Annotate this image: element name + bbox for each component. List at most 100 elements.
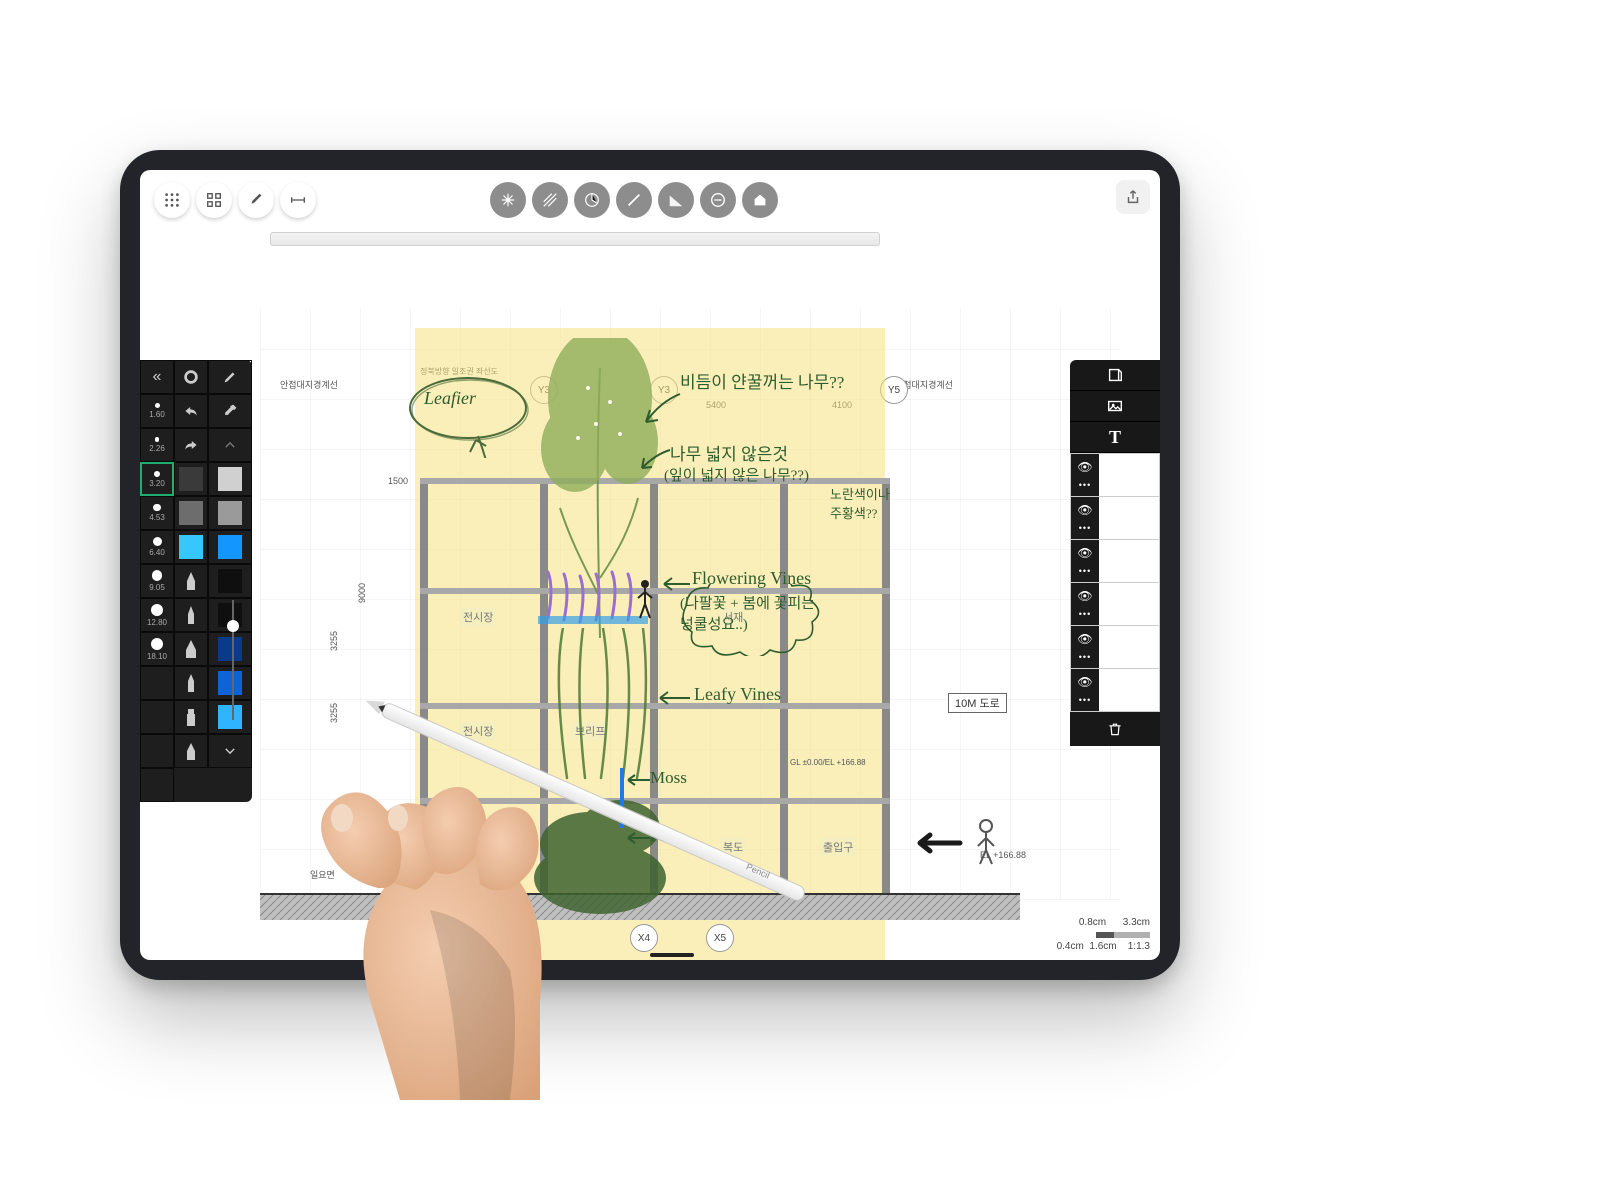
ipad-device: 안접대지경계선 안접대지경계선 정북방향 일조권 좌선도 Y3 Y3 Y5 54… xyxy=(120,150,1180,980)
person-in-building xyxy=(630,578,660,622)
layer-row[interactable]: 👁 ••• xyxy=(1070,583,1160,626)
brush-size-value[interactable]: 3.20 xyxy=(140,462,174,496)
swatch[interactable] xyxy=(174,530,208,564)
arrow-2 xyxy=(638,444,678,474)
visibility-icon[interactable]: 👁 xyxy=(1077,589,1092,603)
brush-size-value[interactable]: 12.80 xyxy=(140,598,174,632)
swatch[interactable] xyxy=(208,632,252,666)
brush-size-slider[interactable] xyxy=(232,600,234,720)
swatch[interactable] xyxy=(208,700,252,734)
swatch[interactable] xyxy=(174,496,208,530)
visibility-icon[interactable]: 👁 xyxy=(1077,546,1092,560)
dim-3255a: 3255 xyxy=(329,631,339,651)
swatch[interactable] xyxy=(174,462,208,496)
text-layer-button[interactable]: T xyxy=(1070,422,1160,453)
brush-size-value[interactable] xyxy=(140,768,174,802)
layer-row[interactable]: 👁 ••• xyxy=(1070,540,1160,583)
brush-size-value[interactable]: 2.26 xyxy=(140,428,174,462)
bubble-flowering xyxy=(670,584,870,656)
grid-dense-button[interactable] xyxy=(154,182,190,218)
pen-nib-d[interactable] xyxy=(174,666,208,700)
leafier-bubble xyxy=(398,368,548,458)
brush-size-value[interactable] xyxy=(140,734,174,768)
brush-size-value[interactable] xyxy=(140,700,174,734)
layer-row[interactable]: 👁 ••• xyxy=(1070,626,1160,669)
angle-button[interactable] xyxy=(658,182,694,218)
layer-options-icon[interactable]: ••• xyxy=(1079,523,1091,533)
level-tag: 일요면 xyxy=(310,868,335,881)
image-layer-button[interactable] xyxy=(1070,391,1160,422)
dimension-button[interactable] xyxy=(280,182,316,218)
layer-options-icon[interactable]: ••• xyxy=(1079,566,1091,576)
brush-size-value[interactable]: 6.40 xyxy=(140,530,174,564)
line-button[interactable] xyxy=(616,182,652,218)
left-tool-panel: «1.602.263.204.536.409.0512.8018.10 xyxy=(140,360,252,802)
layer-thumbnail xyxy=(1099,540,1159,582)
layer-options-icon[interactable]: ••• xyxy=(1079,695,1091,705)
pen-nib-c[interactable] xyxy=(174,632,208,666)
axis-x5: X5 xyxy=(706,924,734,952)
brush-icon[interactable] xyxy=(208,360,252,394)
delete-layer-button[interactable] xyxy=(1070,712,1160,746)
undo-icon[interactable] xyxy=(174,394,208,428)
layer-options-icon[interactable]: ••• xyxy=(1079,480,1091,490)
redo-icon[interactable] xyxy=(174,428,208,462)
visibility-icon[interactable]: 👁 xyxy=(1077,503,1092,517)
layer-row[interactable]: 👁 ••• xyxy=(1070,497,1160,540)
swatch[interactable] xyxy=(208,496,252,530)
arrow-1 xyxy=(640,388,690,428)
layer-thumbnail xyxy=(1099,454,1159,496)
figure-arrow xyxy=(890,808,1010,878)
grid-sparse-button[interactable] xyxy=(196,182,232,218)
chevron-up-icon[interactable] xyxy=(208,428,252,462)
anno-leafier: Leafier xyxy=(424,388,476,409)
room-entrance: 출입구 xyxy=(820,838,856,856)
spray-icon[interactable] xyxy=(174,734,208,768)
swatch[interactable] xyxy=(208,564,252,598)
swatch[interactable] xyxy=(208,666,252,700)
brush-size-value[interactable] xyxy=(140,666,174,700)
move-3d-button[interactable] xyxy=(490,182,526,218)
visibility-icon[interactable]: 👁 xyxy=(1077,632,1092,646)
eyedropper-icon[interactable] xyxy=(208,394,252,428)
anno-leafy: Leafy Vines xyxy=(694,684,781,705)
visibility-icon[interactable]: 👁 xyxy=(1077,460,1092,474)
pen-nib-a[interactable] xyxy=(174,564,208,598)
arrow-5 xyxy=(626,772,654,790)
scale-bot-left: 0.4cm xyxy=(1057,941,1084,952)
brush-size-value[interactable]: 18.10 xyxy=(140,632,174,666)
swatch[interactable] xyxy=(208,530,252,564)
axis-x4: X4 xyxy=(630,924,658,952)
boundary-label-left: 안접대지경계선 xyxy=(280,378,338,391)
anno-kr-1: 비듬이 얀꿀꺼는 나무?? xyxy=(680,368,844,393)
share-button[interactable] xyxy=(1116,180,1150,214)
subtract-button[interactable] xyxy=(700,182,736,218)
brush-size-value[interactable]: 9.05 xyxy=(140,564,174,598)
scale-top-left: 0.8cm xyxy=(1079,917,1106,928)
hatch-button[interactable] xyxy=(532,182,568,218)
chevron-down-icon[interactable] xyxy=(208,734,252,768)
arrow-4 xyxy=(656,688,696,710)
anno-kr-2: 나무 넓지 않은것 xyxy=(670,440,788,465)
brush-size-value[interactable]: 1.60 xyxy=(140,394,174,428)
brush-size-value[interactable]: 4.53 xyxy=(140,496,174,530)
swatch[interactable] xyxy=(208,462,252,496)
settings-button[interactable] xyxy=(238,182,274,218)
scale-top-right: 3.3cm xyxy=(1123,917,1150,928)
status-bar: X4 X5 0.8cm 3.3cm 0.4cm 1.6cm 1:1.3 xyxy=(140,920,1160,960)
pen-nib-b[interactable] xyxy=(174,598,208,632)
layer-options-icon[interactable]: ••• xyxy=(1079,652,1091,662)
layer-thumbnail xyxy=(1099,669,1159,711)
new-layer-button[interactable] xyxy=(1070,360,1160,391)
layer-options-icon[interactable]: ••• xyxy=(1079,609,1091,619)
collapse-panel-button[interactable]: « xyxy=(140,360,174,394)
axis-button[interactable] xyxy=(574,182,610,218)
marker-icon[interactable] xyxy=(174,700,208,734)
home-button[interactable] xyxy=(742,182,778,218)
ring-icon[interactable] xyxy=(174,360,208,394)
visibility-icon[interactable]: 👁 xyxy=(1077,675,1092,689)
layer-row[interactable]: 👁 ••• xyxy=(1070,453,1160,497)
ruler-bar[interactable] xyxy=(270,232,880,246)
leafy-vines-sketch xyxy=(548,628,658,788)
layer-row[interactable]: 👁 ••• xyxy=(1070,669,1160,712)
